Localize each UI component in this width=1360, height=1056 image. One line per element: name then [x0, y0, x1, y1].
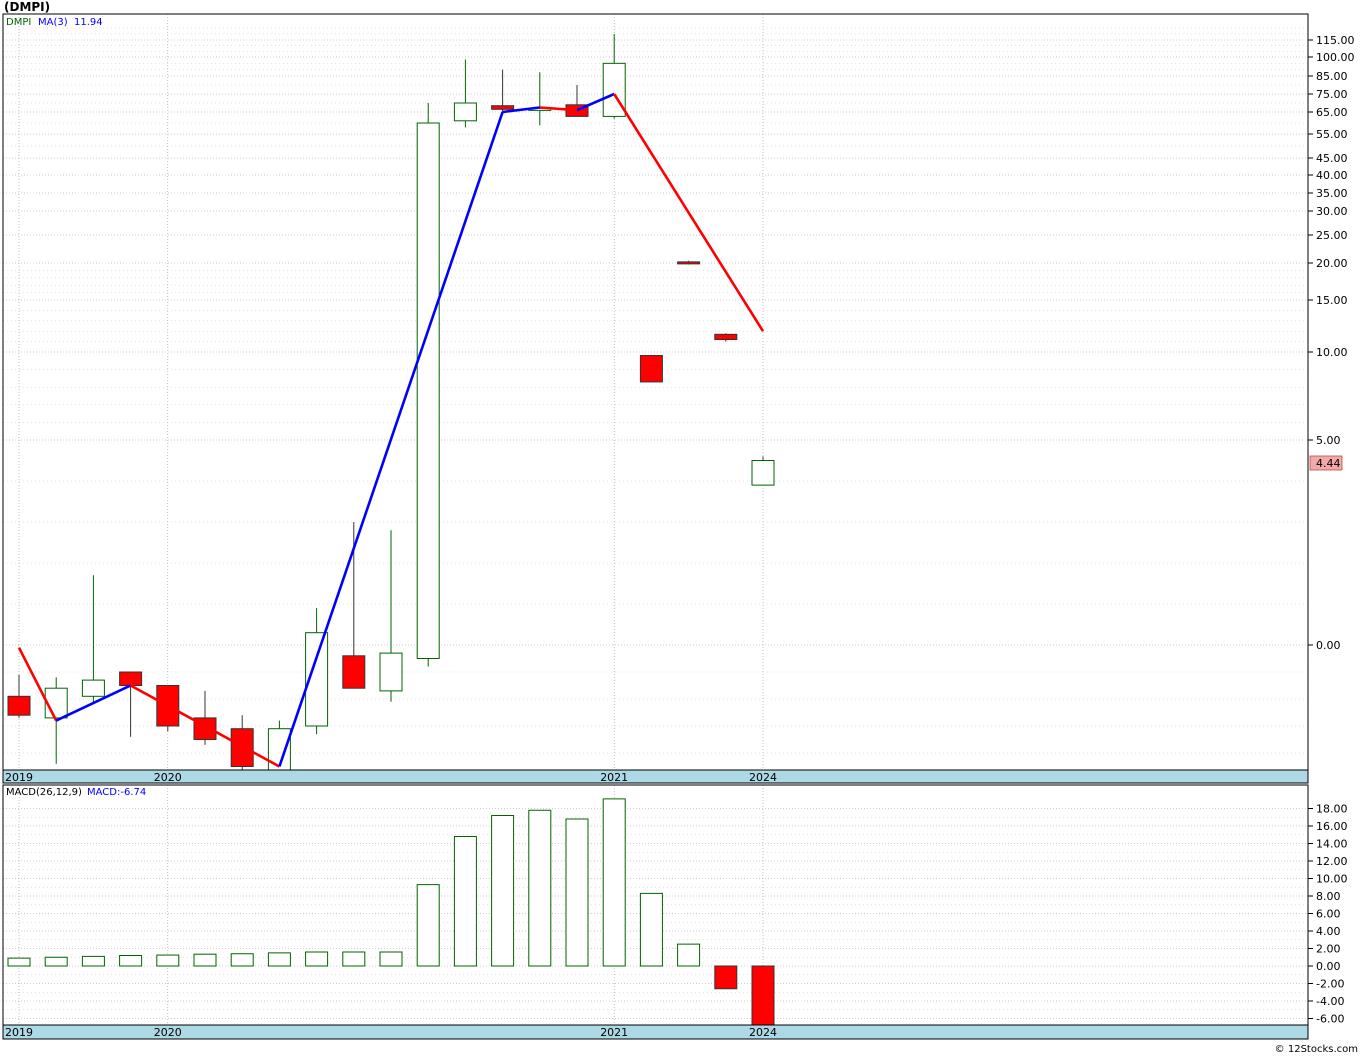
price-y-tick-label: 65.00 — [1316, 106, 1348, 119]
candle — [639, 355, 663, 383]
candle — [751, 456, 775, 486]
candle-body-down — [639, 355, 663, 383]
candle-body-up — [751, 460, 775, 486]
macd-y-tick-label: -4.00 — [1316, 995, 1344, 1008]
macd-bar-positive — [119, 955, 143, 967]
candle-body-down — [714, 333, 738, 341]
macd-bar-positive — [81, 955, 105, 967]
macd-x-axis-band — [2, 1024, 1309, 1040]
candle-body-down — [677, 261, 701, 265]
macd-bar-positive — [528, 809, 552, 967]
price-x-tick-label: 2019 — [5, 771, 33, 784]
price-y-tick-label: 15.00 — [1316, 294, 1348, 307]
price-y-tick-label: 0.00 — [1316, 639, 1341, 652]
macd-bar-positive — [379, 951, 403, 967]
legend-symbol: DMPI — [6, 17, 31, 28]
price-y-tick-label: 5.00 — [1316, 434, 1341, 447]
macd-bar-positive — [44, 956, 68, 967]
macd-y-tick-label: -2.00 — [1316, 978, 1344, 991]
macd-y-tick-label: 0.00 — [1316, 960, 1341, 973]
price-y-tick-label: 25.00 — [1316, 229, 1348, 242]
price-y-tick-label: 30.00 — [1316, 205, 1348, 218]
macd-bar-positive — [491, 815, 515, 967]
macd-bar-positive — [565, 818, 589, 967]
price-y-tick-label: 40.00 — [1316, 169, 1348, 182]
price-y-tick-label: 75.00 — [1316, 88, 1348, 101]
candle-body-up — [453, 102, 477, 122]
macd-bar-positive — [602, 798, 626, 967]
macd-y-tick-label: 6.00 — [1316, 908, 1341, 921]
stock-chart: (DMPI) 115.00 100.00 85.00 75.00 65.00 55.00 4… — [0, 0, 1360, 1056]
macd-y-tick-label: 14.00 — [1316, 838, 1348, 851]
price-x-axis-band — [2, 769, 1309, 784]
candle-body-up — [379, 652, 403, 692]
macd-bar-positive — [416, 884, 440, 967]
macd-bar-positive — [230, 953, 254, 967]
price-y-tick-label: 55.00 — [1316, 128, 1348, 141]
price-x-tick-label: 2021 — [600, 771, 628, 784]
candle-body-down — [119, 671, 143, 686]
price-y-tick-label: 45.00 — [1316, 152, 1348, 165]
macd-y-tick-label: -6.00 — [1316, 1013, 1344, 1026]
macd-y-tick-label: 12.00 — [1316, 855, 1348, 868]
macd-y-tick-label: 8.00 — [1316, 890, 1341, 903]
chart-background — [0, 0, 1360, 1056]
macd-y-tick-label: 10.00 — [1316, 873, 1348, 886]
legend-ma-label: MA(3) — [38, 17, 68, 28]
macd-y-tick-label: 4.00 — [1316, 925, 1341, 938]
macd-y-tick-label: 16.00 — [1316, 820, 1348, 833]
candle-body-down — [342, 655, 366, 689]
macd-legend-value: MACD:-6.74 — [87, 787, 146, 798]
macd-y-tick-label: 2.00 — [1316, 943, 1341, 956]
macd-bar-positive — [156, 954, 180, 967]
candle-body-up — [81, 679, 105, 697]
macd-x-tick-label: 2019 — [5, 1026, 33, 1039]
candle — [156, 685, 180, 732]
macd-bar-negative — [714, 965, 738, 990]
price-y-tick-label: 100.00 — [1316, 51, 1355, 64]
macd-bar-positive — [639, 892, 663, 967]
price-x-tick-label: 2024 — [749, 771, 777, 784]
macd-legend-label: MACD(26,12,9) — [6, 787, 82, 798]
last-price-badge: 4.44 — [1309, 455, 1343, 471]
macd-x-tick-label: 2020 — [154, 1026, 182, 1039]
macd-bar-positive — [267, 952, 291, 967]
candle-body-down — [7, 695, 31, 716]
macd-bar-positive — [677, 943, 701, 967]
last-price-label: 4.44 — [1316, 457, 1341, 470]
price-y-tick-label: 10.00 — [1316, 346, 1348, 359]
macd-bar-positive — [453, 836, 477, 967]
price-y-tick-label: 85.00 — [1316, 70, 1348, 83]
macd-bar-positive — [7, 957, 31, 967]
chart-title: (DMPI) — [4, 0, 50, 14]
candle — [416, 103, 440, 667]
price-y-tick-label: 20.00 — [1316, 257, 1348, 270]
candle-body-down — [491, 105, 515, 110]
price-y-tick-label: 115.00 — [1316, 34, 1355, 47]
price-x-tick-label: 2020 — [154, 771, 182, 784]
macd-bar-positive — [305, 951, 329, 967]
macd-x-tick-label: 2024 — [749, 1026, 777, 1039]
macd-bar-positive — [193, 953, 217, 967]
macd-x-tick-label: 2021 — [600, 1026, 628, 1039]
copyright: © 12Stocks.com — [1275, 1044, 1358, 1055]
macd-bar-positive — [342, 951, 366, 967]
legend-ma-value: 11.94 — [74, 17, 103, 28]
macd-bar-negative — [751, 965, 775, 1026]
macd-y-tick-label: 18.00 — [1316, 803, 1348, 816]
price-y-tick-label: 35.00 — [1316, 187, 1348, 200]
candle-body-up — [416, 122, 440, 659]
